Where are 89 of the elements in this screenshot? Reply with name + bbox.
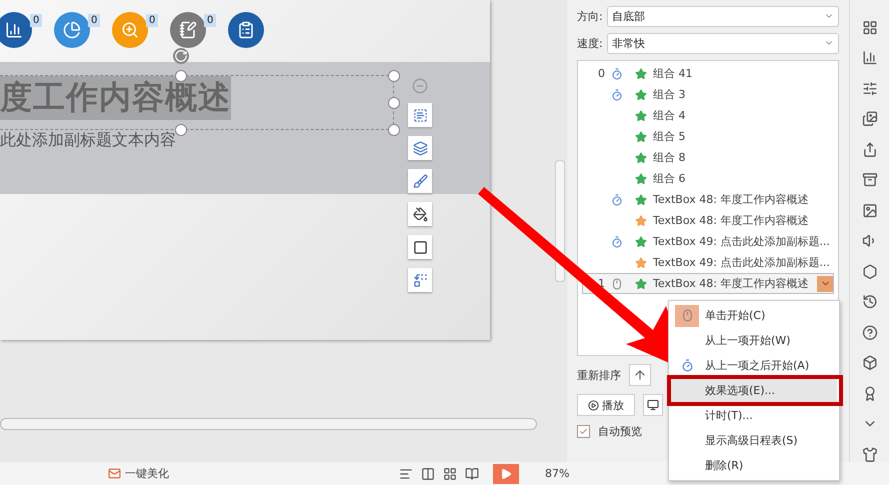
- arrow-up-icon: [633, 368, 648, 382]
- star-icon: [635, 152, 648, 164]
- timer-icon: [611, 194, 624, 206]
- animation-item[interactable]: 组合 8: [582, 147, 834, 168]
- rotate-handle[interactable]: [173, 48, 189, 64]
- resize-handle[interactable]: [175, 70, 187, 82]
- timer-icon: [611, 68, 624, 80]
- menu-item[interactable]: 删除(R): [671, 453, 837, 478]
- animation-item[interactable]: TextBox 48: 年度工作内容概述: [582, 210, 834, 231]
- star-icon: [635, 88, 648, 100]
- grid-icon[interactable]: [862, 20, 878, 36]
- slide-subtitle: 此处添加副标题文本内容: [0, 130, 176, 151]
- resize-handle[interactable]: [175, 124, 187, 136]
- mouse-icon: [611, 278, 624, 290]
- star-icon: [635, 172, 648, 184]
- notes-icon[interactable]: [399, 466, 413, 480]
- field-label: 速度:: [577, 36, 603, 50]
- slideshow-play-button[interactable]: [493, 464, 519, 484]
- animation-item[interactable]: 组合 6: [582, 168, 834, 189]
- field-label: 方向:: [577, 8, 603, 24]
- beautify-button[interactable]: 一键美化: [108, 466, 169, 481]
- notepad-icon[interactable]: [228, 12, 264, 48]
- check-icon: [579, 427, 588, 436]
- paint-bucket-icon[interactable]: [408, 202, 432, 226]
- star-icon: [635, 256, 648, 268]
- monitor-icon: [647, 399, 660, 411]
- count-badge: 0: [146, 14, 158, 27]
- reorder-label: 重新排序: [577, 368, 622, 382]
- horizontal-scrollbar[interactable]: [0, 418, 537, 430]
- play-button[interactable]: 播放: [577, 394, 636, 416]
- animation-item[interactable]: 组合 4: [582, 105, 834, 126]
- menu-item[interactable]: 计时(T)...: [671, 403, 837, 428]
- normal-view-icon[interactable]: [421, 466, 435, 480]
- star-icon: [635, 278, 648, 290]
- menu-item[interactable]: 单击开始(C): [671, 303, 837, 328]
- help-icon[interactable]: [862, 324, 878, 340]
- timer-icon: [680, 359, 694, 372]
- play-icon: [500, 468, 512, 480]
- resize-handle[interactable]: [388, 70, 400, 82]
- shirt-icon[interactable]: [862, 446, 878, 462]
- move-up-button[interactable]: [629, 364, 652, 386]
- count-badge: 0: [88, 14, 100, 27]
- image-icon[interactable]: [862, 202, 878, 218]
- images-icon[interactable]: [862, 111, 878, 127]
- play-circle-icon: [588, 400, 600, 410]
- count-badge: 0: [30, 14, 42, 27]
- timer-icon: [611, 236, 624, 248]
- star-icon: [635, 194, 648, 206]
- star-icon: [635, 236, 648, 248]
- slideshow-button[interactable]: [643, 394, 664, 416]
- zoom-level[interactable]: 87%: [545, 467, 570, 480]
- menu-item[interactable]: 显示高级日程表(S): [671, 428, 837, 453]
- star-icon: [635, 110, 648, 122]
- grid-view-icon[interactable]: [443, 466, 457, 480]
- menu-item[interactable]: 从上一项开始(W): [671, 328, 837, 353]
- direction-dropdown[interactable]: 自底部: [606, 6, 840, 26]
- animation-item[interactable]: TextBox 49: 点击此处添加副标题...: [582, 231, 834, 252]
- bar-chart-icon[interactable]: [0, 12, 32, 48]
- animation-item[interactable]: 组合 5: [582, 126, 834, 147]
- cube-icon[interactable]: [862, 355, 878, 371]
- count-badge: 0: [204, 14, 216, 27]
- animation-item[interactable]: TextBox 48: 年度工作内容概述: [582, 189, 834, 210]
- archive-icon[interactable]: [862, 172, 878, 188]
- mouse-icon: [680, 309, 694, 322]
- pie-chart-icon[interactable]: [54, 12, 90, 48]
- share-icon[interactable]: [862, 142, 878, 158]
- menu-item[interactable]: 从上一项之后开始(A): [671, 353, 837, 378]
- animation-item[interactable]: 0 组合 41: [582, 63, 834, 84]
- star-icon: [635, 214, 648, 226]
- bar-chart-icon[interactable]: [862, 50, 878, 66]
- notebook-icon[interactable]: [170, 12, 206, 48]
- resize-handle[interactable]: [388, 124, 400, 136]
- hexagon-icon[interactable]: [862, 264, 878, 280]
- animation-item[interactable]: TextBox 49: 点击此处添加副标题...: [582, 252, 834, 273]
- star-icon: [635, 68, 648, 80]
- resize-handle[interactable]: [388, 97, 400, 109]
- animation-item[interactable]: 组合 3: [582, 84, 834, 105]
- layers-icon[interactable]: [408, 136, 432, 160]
- checkbox-label: 自动预览: [598, 424, 642, 439]
- sliders-icon[interactable]: [862, 80, 878, 96]
- reading-view-icon[interactable]: [465, 466, 479, 480]
- envelope-icon: [108, 467, 121, 480]
- border-icon[interactable]: [408, 235, 432, 259]
- star-icon: [635, 130, 648, 142]
- checkbox[interactable]: [577, 425, 590, 438]
- history-icon[interactable]: [862, 294, 878, 310]
- timer-icon: [611, 88, 624, 100]
- speed-dropdown[interactable]: 非常快: [606, 32, 840, 54]
- brush-icon[interactable]: [408, 169, 432, 193]
